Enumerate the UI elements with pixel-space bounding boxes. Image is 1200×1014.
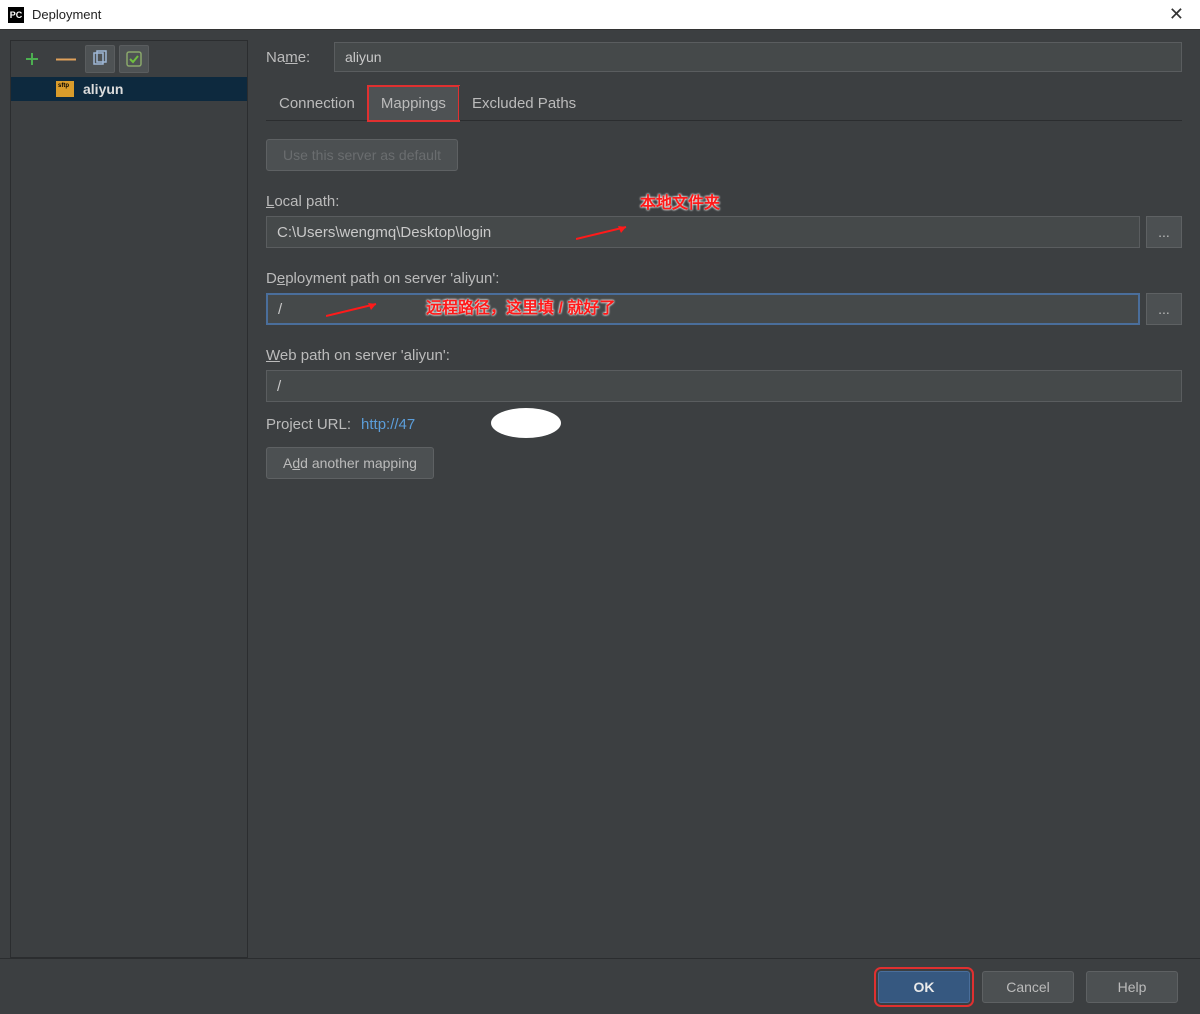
copy-server-icon[interactable] [85, 45, 115, 73]
window-title: Deployment [32, 7, 101, 22]
set-default-icon[interactable] [119, 45, 149, 73]
remove-server-icon[interactable]: — [51, 45, 81, 73]
add-mapping-button[interactable]: Add another mapping [266, 447, 434, 479]
redaction-mask [491, 408, 561, 438]
local-path-label: Local path: [266, 193, 1182, 210]
tabs: Connection Mappings Excluded Paths [266, 86, 1182, 121]
sidebar-toolbar: — [11, 41, 247, 77]
svg-text:sftp: sftp [58, 83, 69, 89]
ok-button[interactable]: OK [878, 971, 970, 1003]
tab-connection[interactable]: Connection [266, 86, 368, 120]
close-icon[interactable]: ✕ [1161, 4, 1192, 25]
local-path-browse-button[interactable]: ... [1146, 216, 1182, 248]
main-panel: Name: Connection Mappings Excluded Paths… [248, 30, 1200, 958]
project-url-link[interactable]: http://47 58/ [361, 416, 514, 433]
sidebar-item-aliyun[interactable]: sftp aliyun [11, 77, 247, 101]
sidebar-item-label: aliyun [83, 81, 123, 97]
tab-mappings[interactable]: Mappings [368, 86, 459, 121]
web-path-input[interactable]: / [266, 370, 1182, 402]
server-sidebar: — sftp aliyun [10, 40, 248, 958]
project-url-label: Project URL: [266, 416, 351, 433]
deployment-path-input[interactable] [266, 293, 1140, 325]
deployment-path-browse-button[interactable]: ... [1146, 293, 1182, 325]
local-path-input[interactable] [266, 216, 1140, 248]
use-as-default-button[interactable]: Use this server as default [266, 139, 458, 171]
name-label: Name: [266, 49, 334, 66]
deployment-path-label: Deployment path on server 'aliyun': [266, 270, 1182, 287]
title-bar: PC Deployment ✕ [0, 0, 1200, 30]
add-server-icon[interactable] [17, 45, 47, 73]
name-input[interactable] [334, 42, 1182, 72]
sftp-icon: sftp [55, 79, 75, 99]
dialog-footer: OK Cancel Help [0, 958, 1200, 1014]
web-path-label: Web path on server 'aliyun': [266, 347, 1182, 364]
tab-excluded-paths[interactable]: Excluded Paths [459, 86, 589, 120]
cancel-button[interactable]: Cancel [982, 971, 1074, 1003]
help-button[interactable]: Help [1086, 971, 1178, 1003]
app-icon: PC [8, 7, 24, 23]
